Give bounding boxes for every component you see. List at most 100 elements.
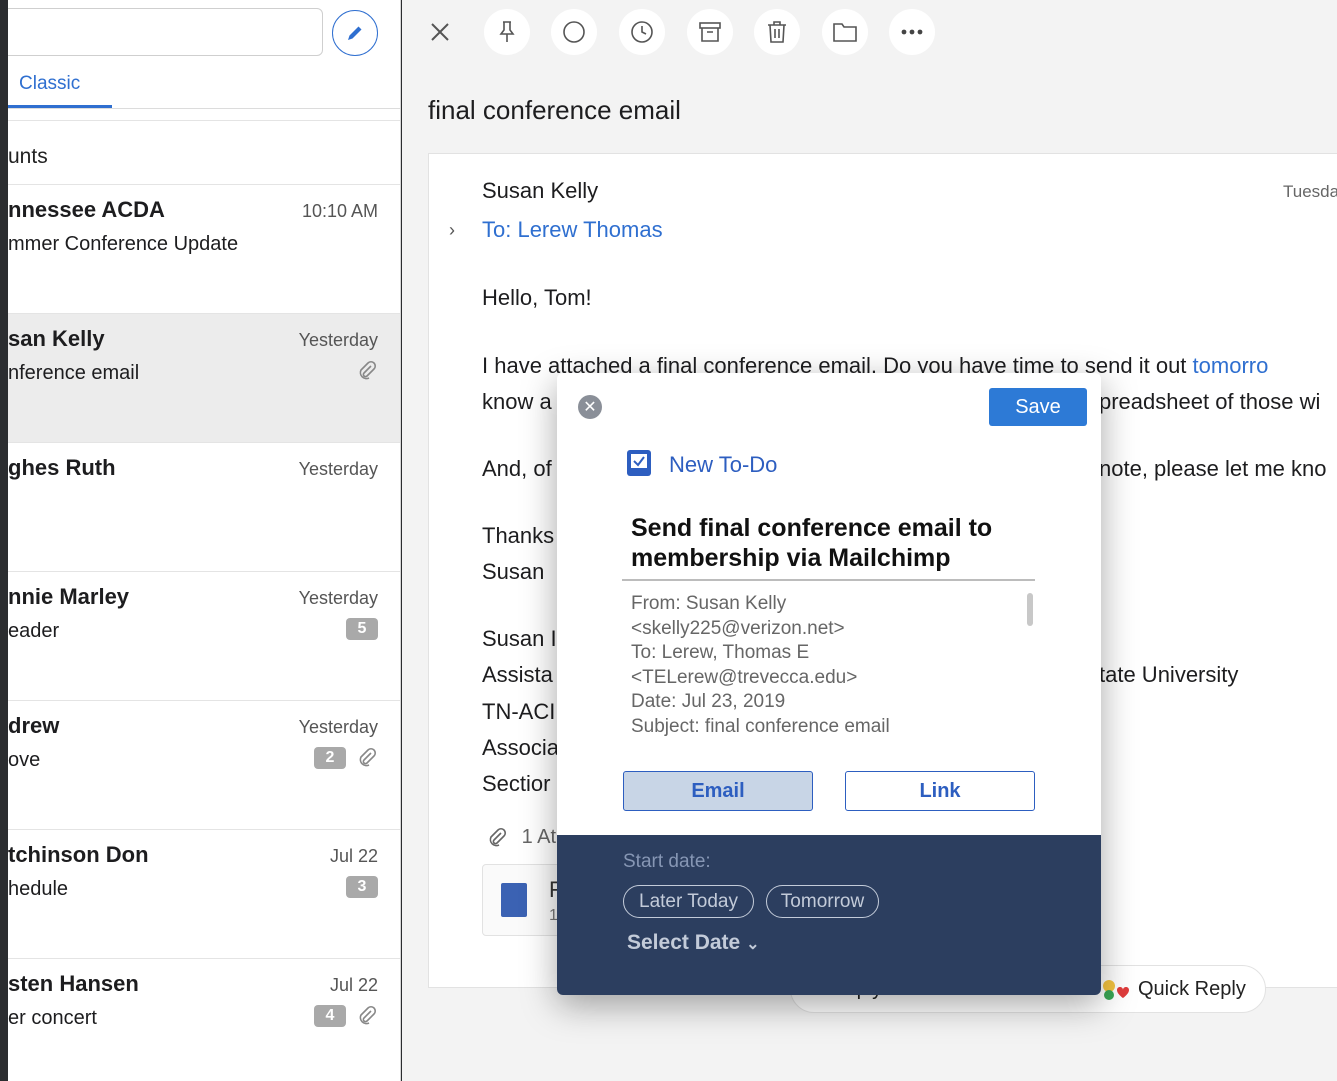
pencil-icon	[348, 26, 362, 40]
new-todo-popup: ✕ Save New To-Do Send final conference e…	[557, 373, 1101, 995]
message-subject: er concert	[8, 1007, 97, 1029]
start-date-panel: Start date: Later Today Tomorrow Select …	[557, 835, 1101, 995]
message-row[interactable]: nnie Marley eader Yesterday 5	[8, 572, 400, 701]
body-line-3-left: And, of	[482, 456, 552, 481]
word-document-icon	[501, 883, 527, 917]
message-sender: drew	[8, 713, 60, 738]
message-time: Yesterday	[298, 717, 378, 737]
compose-button[interactable]	[332, 10, 378, 56]
group-header: unts	[8, 120, 400, 185]
group-label: unts	[8, 145, 48, 168]
message-sender: ghes Ruth	[8, 455, 116, 480]
attachment-count: 1 At	[521, 826, 557, 848]
message-sender: nnessee ACDA	[8, 197, 165, 222]
clock-icon	[631, 21, 653, 43]
message-row[interactable]: san Kelly nference email Yesterday	[8, 314, 400, 443]
save-button[interactable]: Save	[989, 388, 1087, 426]
move-button[interactable]	[822, 9, 868, 55]
message-meta: 4	[314, 1005, 378, 1027]
task-notes[interactable]: From: Susan Kelly <skelly225@verizon.net…	[631, 592, 1021, 740]
message-subject: hedule	[8, 878, 69, 900]
message-time: Yesterday	[298, 330, 378, 350]
close-icon[interactable]	[426, 18, 454, 46]
more-button[interactable]	[889, 9, 935, 55]
message-row[interactable]: nnessee ACDA mmer Conference Update 10:10 …	[8, 185, 400, 314]
message-sender: sten Hansen	[8, 971, 139, 996]
thread-count-badge: 4	[314, 1005, 346, 1027]
later-today-chip[interactable]: Later Today	[623, 885, 754, 918]
signature-title-left: Assista	[482, 662, 553, 687]
trash-icon	[768, 21, 786, 43]
select-date-label: Select Date	[627, 931, 741, 954]
tomorrow-chip[interactable]: Tomorrow	[766, 885, 879, 918]
paperclip-icon	[489, 827, 507, 847]
signature-assoc: Associa	[482, 735, 560, 760]
signature-org: TN-ACI	[482, 699, 556, 724]
message-row[interactable]: tchinson Don hedule Jul 22 3	[8, 830, 400, 959]
message-row[interactable]: sten Hansen er concert Jul 22 4	[8, 959, 400, 1081]
archive-button[interactable]	[687, 9, 733, 55]
recipient-line[interactable]: To: Lerew Thomas	[482, 217, 663, 243]
body-line-2-right: preadsheet of those wi	[1099, 389, 1321, 414]
close-icon[interactable]: ✕	[578, 395, 602, 419]
chevron-down-icon: ⌄	[746, 936, 760, 953]
paperclip-icon	[359, 747, 377, 767]
body-line-2-left: know a	[482, 389, 552, 414]
email-subject-title: final conference email	[428, 95, 681, 125]
link-tab[interactable]: Link	[845, 771, 1035, 811]
tomorrow-link[interactable]: tomorro	[1193, 353, 1269, 378]
attachment-summary[interactable]: 1 At	[486, 826, 556, 849]
emoji-icon	[1101, 978, 1129, 1008]
note-line: To: Lerew, Thomas E	[631, 642, 810, 664]
email-tab[interactable]: Email	[623, 771, 813, 811]
paperclip-icon	[359, 1005, 377, 1025]
message-subject: nference email	[8, 362, 140, 384]
folder-icon	[833, 23, 857, 42]
paperclip-icon	[359, 360, 377, 380]
search-input[interactable]	[8, 8, 323, 56]
pin-button[interactable]	[484, 9, 530, 55]
note-line: <TELerew@trevecca.edu>	[631, 666, 858, 688]
quick-reply-button[interactable]: Quick Reply	[1138, 978, 1246, 1001]
message-time: Jul 22	[329, 975, 378, 995]
message-subject: ove	[8, 749, 41, 771]
greeting: Hello, Tom!	[482, 285, 592, 310]
todo-checkbox-icon	[627, 450, 651, 476]
message-time: Jul 22	[329, 846, 378, 866]
message-row[interactable]: drew ove Yesterday 2	[8, 701, 400, 830]
snooze-button[interactable]	[619, 9, 665, 55]
signature-title-right: tate University	[1099, 662, 1239, 687]
message-list-pane: Classic unts nnessee ACDA mmer Conference…	[8, 0, 401, 1081]
task-title-input[interactable]: Send final conference email to membershi…	[631, 513, 1051, 573]
message-row[interactable]: ghes Ruth Yesterday	[8, 443, 400, 572]
notes-scrollbar[interactable]	[1027, 593, 1033, 626]
email-date: Tuesda	[1283, 182, 1337, 201]
message-time: Yesterday	[298, 588, 378, 608]
delete-button[interactable]	[754, 9, 800, 55]
tab-classic[interactable]: Classic	[19, 73, 80, 95]
signature-section: Sectior	[482, 771, 551, 796]
message-sender: san Kelly	[8, 326, 105, 351]
message-time: 10:10 AM	[301, 201, 378, 221]
body-line-3-right: note, please let me kno	[1099, 456, 1327, 481]
message-subject: eader	[8, 620, 60, 642]
start-date-label: Start date:	[623, 851, 711, 872]
title-divider	[622, 579, 1035, 581]
note-line: Subject: final conference email	[631, 715, 890, 737]
chevron-right-icon[interactable]: ›	[449, 220, 455, 241]
message-meta	[356, 360, 378, 382]
thread-count-badge: 2	[314, 747, 346, 769]
sender-name[interactable]: Susan Kelly	[482, 178, 598, 204]
select-date-dropdown[interactable]: Select Date ⌄	[627, 931, 759, 955]
mark-unread-button[interactable]	[551, 9, 597, 55]
message-meta: 2	[314, 747, 378, 769]
thread-count-badge: 5	[346, 618, 378, 640]
tab-divider	[8, 108, 400, 109]
note-line: <skelly225@verizon.net>	[631, 617, 845, 639]
signature-name: Susan I	[482, 626, 557, 651]
pin-icon	[499, 21, 515, 42]
note-line: Date: Jul 23, 2019	[631, 691, 786, 713]
message-subject: mmer Conference Update	[8, 233, 239, 255]
more-icon	[901, 29, 923, 35]
circle-icon	[563, 21, 585, 43]
